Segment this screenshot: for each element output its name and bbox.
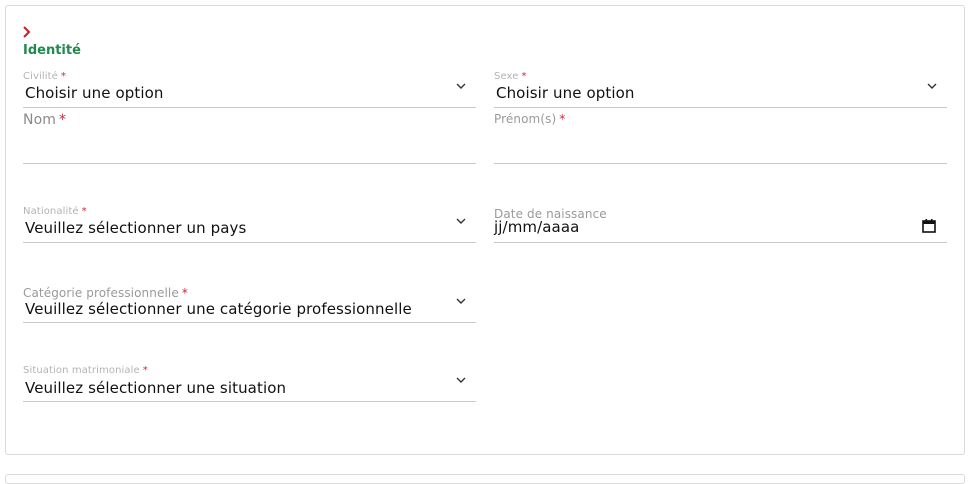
- situation-value: Veuillez sélectionner une situation: [25, 379, 287, 397]
- situation-select[interactable]: Situation matrimoniale * Veuillez sélecti…: [23, 365, 476, 402]
- calendar-icon[interactable]: [921, 218, 937, 234]
- categorie-value: Veuillez sélectionner une catégorie prof…: [25, 300, 412, 318]
- chevron-down-icon: [927, 83, 937, 89]
- civilite-select[interactable]: Civilité * Choisir une option: [23, 71, 476, 108]
- chevron-right-icon: [23, 26, 31, 38]
- date-naissance-input[interactable]: Date de naissance jj/mm/aaaa: [494, 206, 947, 243]
- nom-label: Nom *: [23, 112, 67, 128]
- sexe-label: Sexe *: [494, 71, 527, 82]
- situation-label: Situation matrimoniale *: [23, 365, 148, 376]
- nationalite-select[interactable]: Nationalité * Veuillez sélectionner un pa…: [23, 206, 476, 243]
- civilite-label: Civilité *: [23, 71, 66, 82]
- sexe-value: Choisir une option: [496, 84, 635, 102]
- next-section-card: [5, 474, 965, 484]
- section-title: Identité: [23, 43, 81, 58]
- prenom-input[interactable]: Prénom(s) *: [494, 111, 947, 164]
- date-naissance-value: jj/mm/aaaa: [494, 218, 580, 236]
- categorie-label: Catégorie professionnelle *: [23, 286, 188, 300]
- categorie-select[interactable]: Catégorie professionnelle * Veuillez séle…: [23, 286, 476, 323]
- chevron-down-icon: [456, 218, 466, 224]
- chevron-down-icon: [456, 377, 466, 383]
- nationalite-value: Veuillez sélectionner un pays: [25, 219, 247, 237]
- chevron-down-icon: [456, 83, 466, 89]
- civilite-value: Choisir une option: [25, 84, 164, 102]
- nationalite-label: Nationalité *: [23, 206, 87, 217]
- chevron-down-icon: [456, 298, 466, 304]
- sexe-select[interactable]: Sexe * Choisir une option: [494, 71, 947, 108]
- prenom-label: Prénom(s) *: [494, 112, 566, 126]
- section-toggle-button[interactable]: [20, 24, 34, 38]
- nom-input[interactable]: Nom *: [23, 111, 476, 164]
